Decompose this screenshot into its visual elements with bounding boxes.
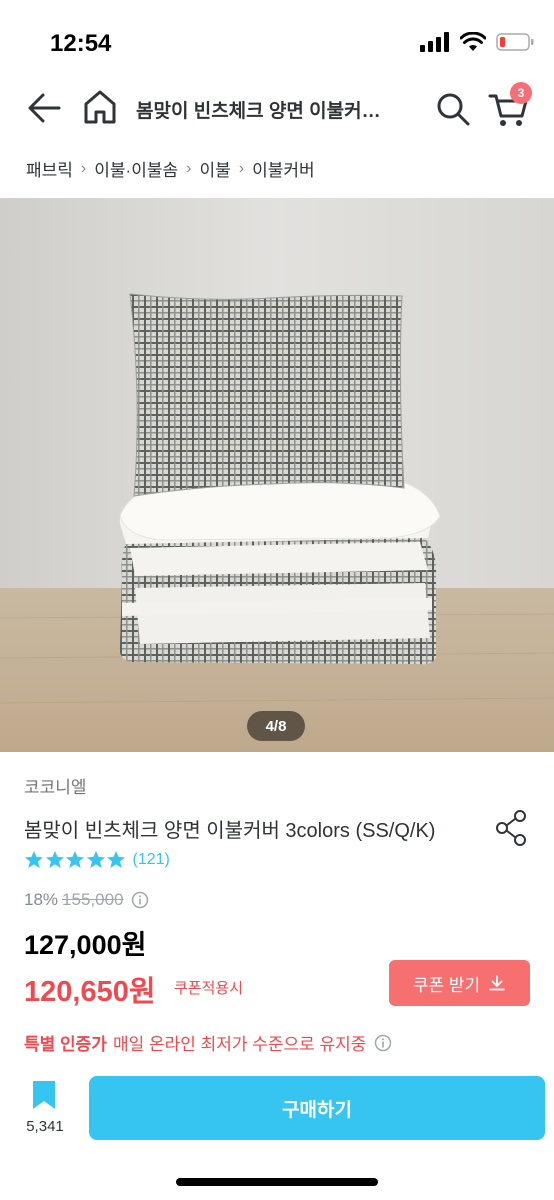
breadcrumb-item[interactable]: 패브릭 <box>26 156 73 181</box>
cart-count-badge: 3 <box>510 82 532 104</box>
status-time: 12:54 <box>50 30 112 57</box>
product-title: 봄맞이 빈츠체크 양면 이불커버 3colors (SS/Q/K) <box>24 820 436 842</box>
coupon-button-label: 쿠폰 받기 <box>412 975 481 995</box>
image-counter: 4/8 <box>247 711 305 741</box>
coupon-download-button[interactable]: 쿠폰 받기 <box>389 960 530 1006</box>
download-icon <box>489 975 506 991</box>
product-image[interactable] <box>0 198 554 752</box>
chevron-right-icon: › <box>186 159 192 177</box>
top-nav: 봄맞이 빈츠체크 양면 이불커… <box>0 80 554 138</box>
star-icon <box>107 851 125 868</box>
promo-text: 매일 온라인 최저가 수준으로 유지중 <box>112 1035 367 1054</box>
star-icon <box>66 851 84 868</box>
brand-name[interactable]: 코코니엘 <box>24 773 87 798</box>
breadcrumb-item[interactable]: 이불·이불솜 <box>94 156 178 181</box>
star-icon <box>25 851 43 868</box>
bookmark-count: 5,341 <box>26 1118 64 1135</box>
discount-rate: 18% <box>24 890 59 909</box>
review-count[interactable]: (121) <box>133 851 170 869</box>
coupon-price: 120,650원 <box>24 976 156 1008</box>
home-indicator <box>176 1178 378 1186</box>
bookmark-icon <box>33 1081 55 1109</box>
discount-row: 18% 155,000 <box>24 890 149 910</box>
sale-price: 127,000원 <box>24 930 147 960</box>
breadcrumb: 패브릭 › 이불·이불솜 › 이불 › 이불커버 <box>26 156 315 181</box>
nav-title: 봄맞이 빈츠체크 양면 이불커… <box>136 101 381 122</box>
signal-icon <box>420 32 449 52</box>
share-icon[interactable] <box>494 808 530 848</box>
status-bar: 12:54 <box>0 0 554 80</box>
chevron-right-icon: › <box>80 159 87 177</box>
star-icon <box>86 851 105 868</box>
breadcrumb-item[interactable]: 이불커버 <box>252 156 315 181</box>
chevron-right-icon: › <box>238 159 245 177</box>
back-arrow-icon[interactable] <box>26 90 62 126</box>
status-icons <box>420 32 534 52</box>
coupon-note: 쿠폰적용시 <box>174 980 244 997</box>
info-icon[interactable] <box>131 891 149 909</box>
breadcrumb-item[interactable]: 이불 <box>199 156 230 181</box>
promo-label: 특별 인증가 <box>24 1035 107 1054</box>
original-price: 155,000 <box>62 890 124 909</box>
buy-button[interactable]: 구매하기 <box>89 1076 545 1140</box>
search-icon[interactable] <box>436 92 470 126</box>
battery-icon <box>496 33 534 51</box>
home-icon[interactable] <box>82 88 118 126</box>
rating[interactable]: (121) <box>24 850 170 870</box>
star-icon <box>45 851 64 868</box>
info-icon[interactable] <box>374 1034 392 1052</box>
promo-line: 특별 인증가 매일 온라인 최저가 수준으로 유지중 <box>24 1030 392 1055</box>
wifi-icon <box>460 32 486 51</box>
